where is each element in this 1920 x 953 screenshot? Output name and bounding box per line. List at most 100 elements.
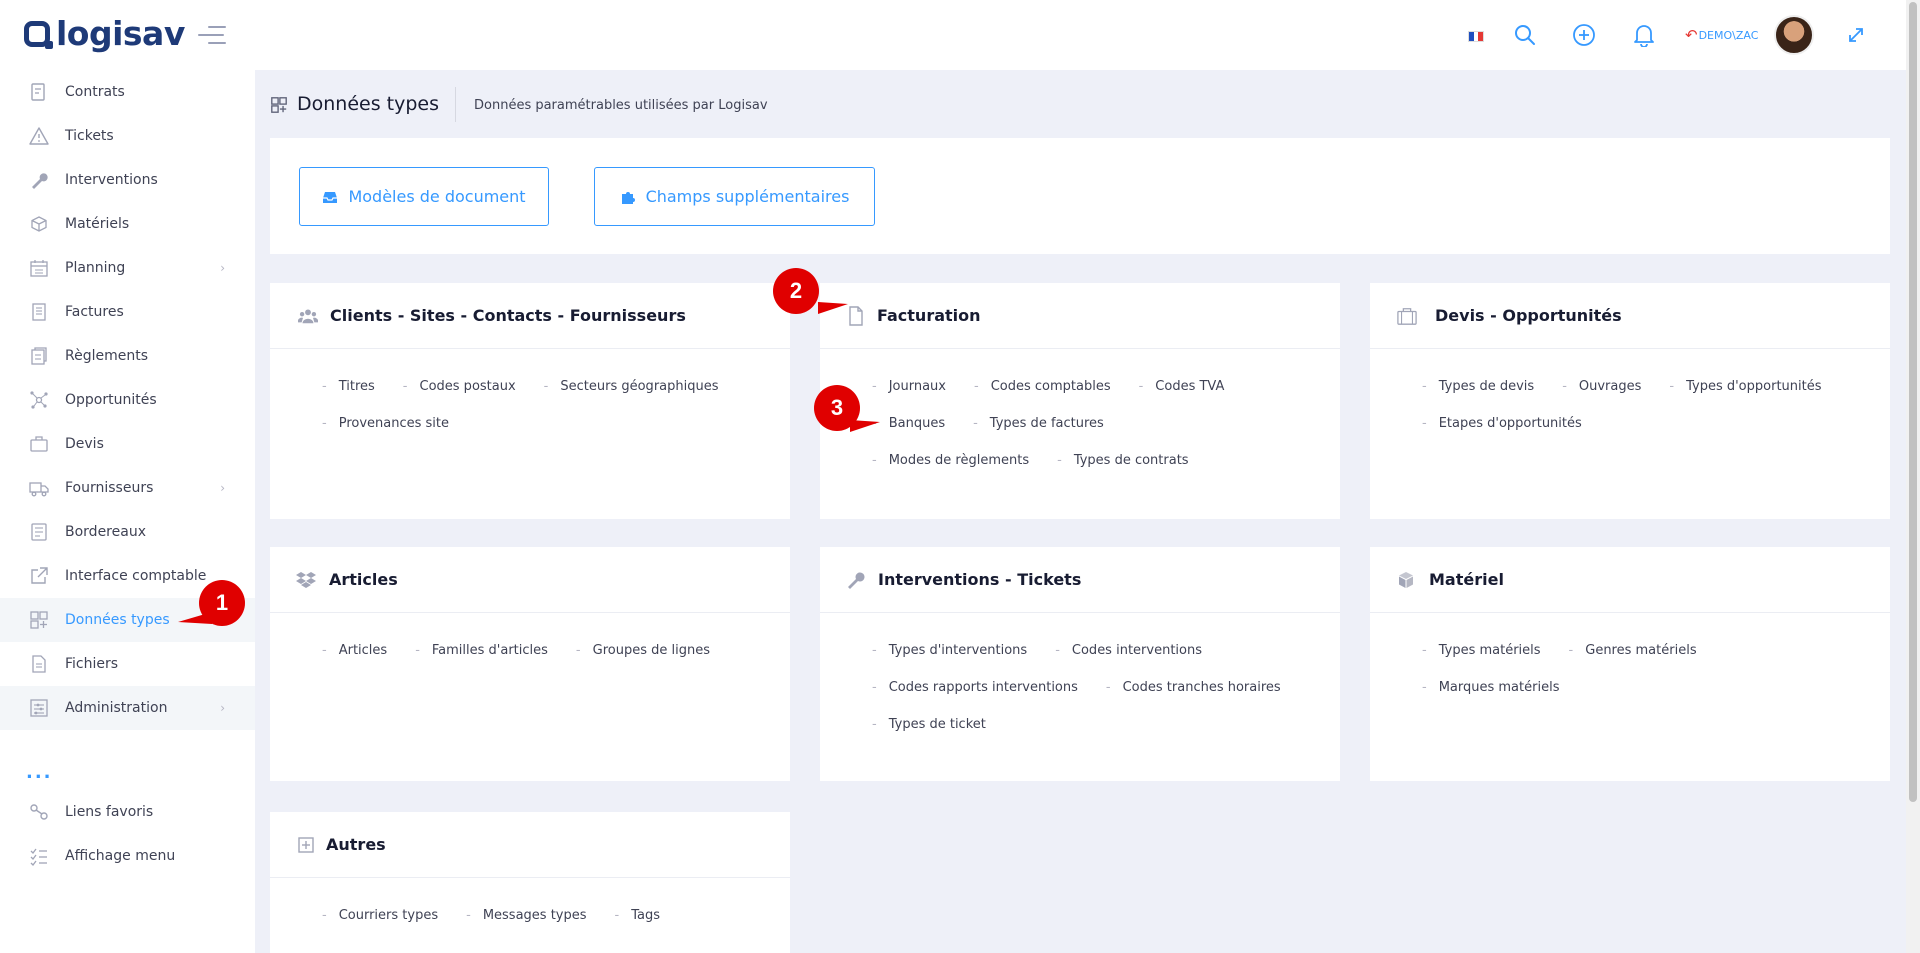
add-circle-icon[interactable] xyxy=(1569,20,1599,50)
page-scrollbar[interactable] xyxy=(1906,0,1920,953)
logo[interactable]: logisav xyxy=(24,14,185,53)
sidebar-item-label: Bordereaux xyxy=(65,524,146,540)
invoice-icon xyxy=(28,301,50,323)
card-links: Types matériels Genres matériels Marques… xyxy=(1422,642,1860,716)
sidebar-item-liens-favoris[interactable]: Liens favoris xyxy=(0,790,255,834)
link-groupes-de-lignes[interactable]: Groupes de lignes xyxy=(576,642,710,679)
sidebar-item-administration[interactable]: Administration › xyxy=(0,686,255,730)
card-links: Titres Codes postaux Secteurs géographiq… xyxy=(322,378,760,452)
link-types-de-devis[interactable]: Types de devis xyxy=(1422,378,1534,415)
annotation-marker-1: 1 xyxy=(199,580,245,626)
link-types-opportunites[interactable]: Types d'opportunités xyxy=(1669,378,1821,415)
champs-supplementaires-button[interactable]: Champs supplémentaires xyxy=(594,167,875,226)
scrollbar-thumb[interactable] xyxy=(1909,2,1917,802)
sidebar-item-label: Opportunités xyxy=(65,392,157,408)
sidebar-item-label: Devis xyxy=(65,436,104,452)
sidebar-item-label: Factures xyxy=(65,304,124,320)
card-autres: Autres Courriers types Messages types Ta… xyxy=(270,812,790,953)
link-tags[interactable]: Tags xyxy=(615,907,660,944)
sidebar-item-planning[interactable]: Planning › xyxy=(0,246,255,290)
search-icon[interactable] xyxy=(1510,20,1540,50)
card-header: Matériel xyxy=(1370,547,1890,613)
sidebar-item-label: Fichiers xyxy=(65,656,119,672)
link-codes-postaux[interactable]: Codes postaux xyxy=(403,378,516,415)
wrench-icon xyxy=(846,569,866,591)
link-types-materiels[interactable]: Types matériels xyxy=(1422,642,1541,679)
sidebar-item-fichiers[interactable]: Fichiers xyxy=(0,642,255,686)
flag-fr-icon[interactable] xyxy=(1468,31,1484,42)
sidebar-item-materiels[interactable]: Matériels xyxy=(0,202,255,246)
link-codes-rapports-interventions[interactable]: Codes rapports interventions xyxy=(872,679,1078,716)
avatar[interactable] xyxy=(1774,15,1814,55)
link-codes-tranches-horaires[interactable]: Codes tranches horaires xyxy=(1106,679,1281,716)
link-provenances-site[interactable]: Provenances site xyxy=(322,415,449,452)
payments-icon xyxy=(28,345,50,367)
link-courriers-types[interactable]: Courriers types xyxy=(322,907,438,944)
sidebar-item-tickets[interactable]: Tickets xyxy=(0,114,255,158)
box-icon xyxy=(28,213,50,235)
annotation-marker-2: 2 xyxy=(773,268,819,314)
link-banques[interactable]: Banques xyxy=(872,415,945,452)
link-types-interventions[interactable]: Types d'interventions xyxy=(872,642,1028,679)
sidebar-item-label: Interventions xyxy=(65,172,158,188)
external-link-icon xyxy=(28,565,50,587)
card-materiel: Matériel Types matériels Genres matériel… xyxy=(1370,547,1890,781)
sidebar-item-label: Matériels xyxy=(65,216,130,232)
sidebar-item-opportunites[interactable]: Opportunités xyxy=(0,378,255,422)
file-icon xyxy=(28,653,50,675)
sidebar-item-fournisseurs[interactable]: Fournisseurs › xyxy=(0,466,255,510)
card-articles: Articles Articles Familles d'articles Gr… xyxy=(270,547,790,781)
menu-toggle-icon[interactable] xyxy=(198,26,226,44)
sidebar-item-reglements[interactable]: Règlements xyxy=(0,334,255,378)
sidebar-item-devis[interactable]: Devis xyxy=(0,422,255,466)
link-messages-types[interactable]: Messages types xyxy=(466,907,587,944)
card-facturation: Facturation Journaux Codes comptables Co… xyxy=(820,283,1340,519)
link-modes-de-reglements[interactable]: Modes de règlements xyxy=(872,452,1029,489)
more-dots[interactable]: ... xyxy=(26,762,53,783)
link-codes-interventions[interactable]: Codes interventions xyxy=(1055,642,1202,679)
sidebar-item-interventions[interactable]: Interventions xyxy=(0,158,255,202)
page-title: Données types xyxy=(297,93,439,115)
logo-text: logisav xyxy=(56,14,185,53)
wrench-icon xyxy=(28,169,50,191)
annotation-marker-3: 3 xyxy=(814,385,860,431)
link-familles-articles[interactable]: Familles d'articles xyxy=(415,642,548,679)
link-journaux[interactable]: Journaux xyxy=(872,378,946,415)
card-devis-opportunites: Devis - Opportunités Types de devis Ouvr… xyxy=(1370,283,1890,519)
bell-icon[interactable] xyxy=(1629,20,1659,50)
sidebar-item-factures[interactable]: Factures xyxy=(0,290,255,334)
link-marques-materiels[interactable]: Marques matériels xyxy=(1422,679,1560,716)
briefcase-icon xyxy=(1397,305,1417,327)
link-types-de-factures[interactable]: Types de factures xyxy=(973,415,1104,452)
button-label: Modèles de document xyxy=(348,187,526,206)
card-title: Matériel xyxy=(1429,570,1504,589)
link-secteurs-geographiques[interactable]: Secteurs géographiques xyxy=(544,378,718,415)
user-switch-link[interactable]: ↶ DEMO\ZAC xyxy=(1685,26,1758,44)
expand-icon[interactable] xyxy=(1841,20,1871,50)
sidebar-item-label: Liens favoris xyxy=(65,804,154,820)
link-articles[interactable]: Articles xyxy=(322,642,387,679)
link-ouvrages[interactable]: Ouvrages xyxy=(1562,378,1642,415)
link-types-de-ticket[interactable]: Types de ticket xyxy=(872,716,986,753)
sidebar-item-label: Données types xyxy=(65,612,170,628)
link-types-de-contrats[interactable]: Types de contrats xyxy=(1057,452,1189,489)
sidebar-item-label: Règlements xyxy=(65,348,149,364)
sidebar-item-label: Interface comptable xyxy=(65,568,207,584)
link-codes-tva[interactable]: Codes TVA xyxy=(1139,378,1224,415)
sidebar-item-affichage-menu[interactable]: Affichage menu xyxy=(0,834,255,878)
link-etapes-opportunites[interactable]: Etapes d'opportunités xyxy=(1422,415,1582,452)
list-doc-icon xyxy=(28,521,50,543)
top-actions-card: Modèles de document Champs supplémentair… xyxy=(270,138,1890,254)
link-titres[interactable]: Titres xyxy=(322,378,375,415)
sidebar-item-bordereaux[interactable]: Bordereaux xyxy=(0,510,255,554)
checklist-icon xyxy=(28,845,50,867)
logo-mark-icon xyxy=(24,20,53,49)
card-title: Facturation xyxy=(877,306,981,325)
modeles-document-button[interactable]: Modèles de document xyxy=(299,167,549,226)
grid-plus-icon xyxy=(270,96,288,118)
card-header: Facturation xyxy=(820,283,1340,349)
sidebar-item-contrats[interactable]: Contrats xyxy=(0,70,255,114)
link-genres-materiels[interactable]: Genres matériels xyxy=(1569,642,1696,679)
card-header: Interventions - Tickets xyxy=(820,547,1340,613)
link-codes-comptables[interactable]: Codes comptables xyxy=(974,378,1111,415)
